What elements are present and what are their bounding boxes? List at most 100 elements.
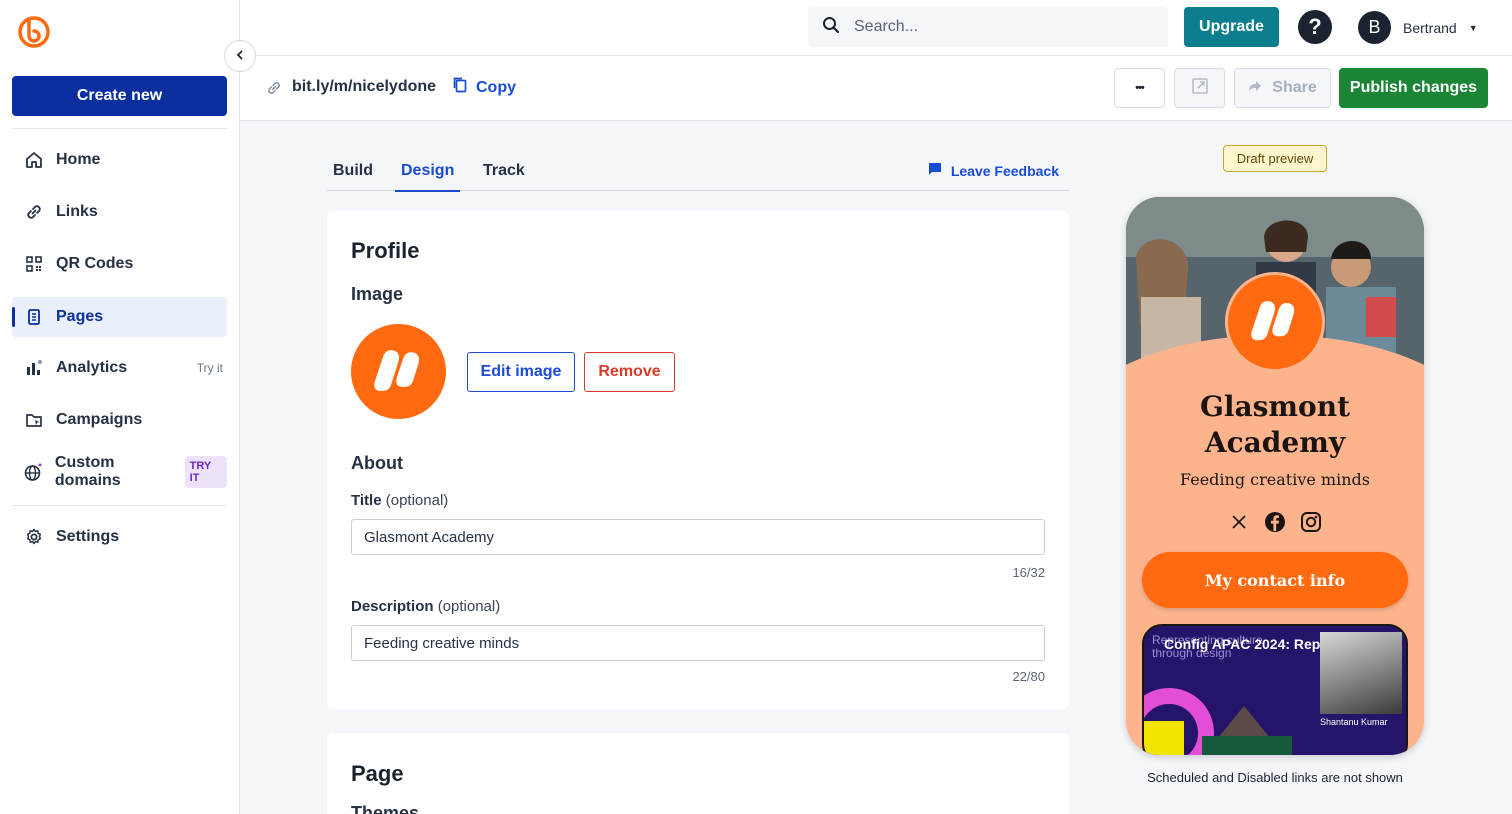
- external-link-icon: [1191, 77, 1209, 100]
- edit-image-button[interactable]: Edit image: [467, 352, 575, 392]
- tab-design[interactable]: Design: [394, 162, 461, 192]
- copy-icon: [452, 76, 468, 99]
- sidebar-divider: [12, 128, 227, 129]
- sidebar-item-label: QR Codes: [56, 255, 134, 272]
- instagram-icon[interactable]: [1300, 511, 1322, 533]
- copy-button[interactable]: Copy: [452, 76, 516, 99]
- sidebar-item-campaigns[interactable]: Campaigns: [12, 400, 227, 440]
- remove-image-button[interactable]: Remove: [584, 352, 675, 392]
- description-label-text: Description: [351, 598, 434, 615]
- title-label: Title (optional): [351, 492, 448, 509]
- about-heading: About: [351, 453, 403, 473]
- title-label-text: Title: [351, 492, 382, 509]
- profile-card: Profile Image Edit image Remove About Ti…: [327, 211, 1069, 709]
- user-menu[interactable]: B Bertrand ▼: [1358, 11, 1478, 44]
- sidebar-item-qr-codes[interactable]: QR Codes: [12, 244, 227, 284]
- link-icon: [266, 80, 282, 101]
- sidebar-item-label: Analytics: [56, 359, 128, 376]
- optional-hint: (optional): [437, 598, 501, 615]
- title-input[interactable]: [351, 519, 1045, 555]
- user-name: Bertrand: [1403, 19, 1457, 36]
- campaigns-icon: [24, 410, 44, 430]
- chevron-left-icon: [235, 47, 245, 65]
- profile-image: [351, 324, 446, 419]
- publish-changes-button[interactable]: Publish changes: [1339, 68, 1488, 108]
- sidebar-item-label: Settings: [56, 528, 120, 545]
- qr-code-icon: [24, 254, 44, 274]
- sidebar-item-label: Custom domains: [54, 454, 121, 489]
- page-card: Page Themes: [327, 733, 1069, 814]
- share-button[interactable]: Share: [1234, 68, 1331, 108]
- preview-note: Scheduled and Disabled links are not sho…: [1147, 770, 1403, 785]
- gear-icon: [24, 527, 44, 547]
- caret-down-icon: ▼: [1468, 22, 1478, 33]
- analytics-icon: [24, 358, 44, 378]
- description-label: Description (optional): [351, 598, 500, 615]
- sidebar-item-label: Links: [56, 203, 98, 220]
- copy-label: Copy: [476, 78, 516, 96]
- tab-track[interactable]: Track: [483, 162, 525, 191]
- share-label: Share: [1272, 79, 1317, 96]
- tab-build[interactable]: Build: [333, 162, 373, 191]
- search-icon: [822, 16, 840, 39]
- sidebar-divider: [12, 505, 227, 506]
- globe-icon: [24, 462, 43, 482]
- preview-profile-image: [1225, 272, 1325, 372]
- page-icon: [24, 307, 44, 327]
- sidebar-item-label: Home: [56, 151, 101, 168]
- more-icon: •••: [1135, 82, 1145, 94]
- preview-description: Feeding creative minds: [1180, 470, 1370, 489]
- x-icon[interactable]: [1228, 511, 1250, 533]
- collapse-sidebar-button[interactable]: [224, 40, 256, 72]
- sidebar-item-label: Pages: [56, 308, 104, 325]
- avatar: B: [1358, 11, 1391, 44]
- title-char-counter: 16/32: [1012, 565, 1045, 580]
- top-bar: Search... Upgrade ? B Bertrand ▼: [240, 0, 1512, 56]
- speaker-photo: [1320, 632, 1402, 714]
- link-icon: [24, 202, 44, 222]
- feedback-icon: [928, 162, 942, 179]
- sidebar: Create new Home Links QR Codes Pages Ana…: [0, 0, 240, 814]
- search-placeholder: Search...: [854, 18, 919, 35]
- help-icon[interactable]: ?: [1298, 10, 1332, 44]
- bitly-logo-icon[interactable]: [17, 15, 51, 49]
- decorative-shape: [1144, 721, 1184, 755]
- facebook-icon[interactable]: [1264, 511, 1286, 533]
- try-it-badge: TRY IT: [184, 456, 227, 488]
- page-heading: Page: [351, 761, 404, 786]
- sidebar-item-custom-domains[interactable]: Custom domains TRY IT: [12, 452, 227, 492]
- description-char-counter: 22/80: [1012, 669, 1045, 684]
- social-links: [1126, 511, 1424, 533]
- phone-preview: Glasmont Academy Feeding creative minds …: [1126, 197, 1424, 755]
- page-toolbar: bit.ly/m/nicelydone Copy ••• Share Publi…: [240, 56, 1512, 121]
- feedback-label: Leave Feedback: [950, 162, 1059, 179]
- sidebar-item-pages[interactable]: Pages: [12, 297, 227, 337]
- sidebar-item-home[interactable]: Home: [12, 140, 227, 180]
- decorative-shape: [1202, 736, 1292, 755]
- speaker-name: Shantanu Kumar: [1320, 717, 1388, 727]
- upgrade-button[interactable]: Upgrade: [1184, 7, 1279, 47]
- share-arrow-icon: [1248, 79, 1262, 97]
- editor-tabs: Build Design Track Leave Feedback: [327, 150, 1069, 192]
- sidebar-item-label: Campaigns: [56, 411, 143, 428]
- sidebar-item-links[interactable]: Links: [12, 192, 227, 232]
- home-icon: [24, 150, 44, 170]
- preview-title: Glasmont Academy: [1199, 390, 1351, 459]
- create-new-button[interactable]: Create new: [12, 76, 227, 116]
- open-external-button[interactable]: [1174, 68, 1225, 108]
- profile-heading: Profile: [351, 238, 420, 263]
- sidebar-item-settings[interactable]: Settings: [12, 517, 227, 557]
- video-link-card[interactable]: Representing culture through design Conf…: [1142, 624, 1408, 755]
- description-input[interactable]: [351, 625, 1045, 661]
- short-link[interactable]: bit.ly/m/nicelydone: [292, 78, 436, 96]
- draft-preview-badge: Draft preview: [1223, 145, 1327, 172]
- leave-feedback-link[interactable]: Leave Feedback: [928, 162, 1059, 179]
- sidebar-item-analytics[interactable]: Analytics Try it: [12, 348, 227, 388]
- optional-hint: (optional): [385, 492, 449, 509]
- image-heading: Image: [351, 284, 404, 304]
- contact-info-button[interactable]: My contact info: [1142, 552, 1408, 608]
- video-title: Config APAC 2024: Repr...: [1164, 636, 1337, 652]
- more-options-button[interactable]: •••: [1114, 68, 1165, 108]
- try-it-hint: Try it: [196, 361, 223, 375]
- search-input[interactable]: Search...: [808, 7, 1168, 47]
